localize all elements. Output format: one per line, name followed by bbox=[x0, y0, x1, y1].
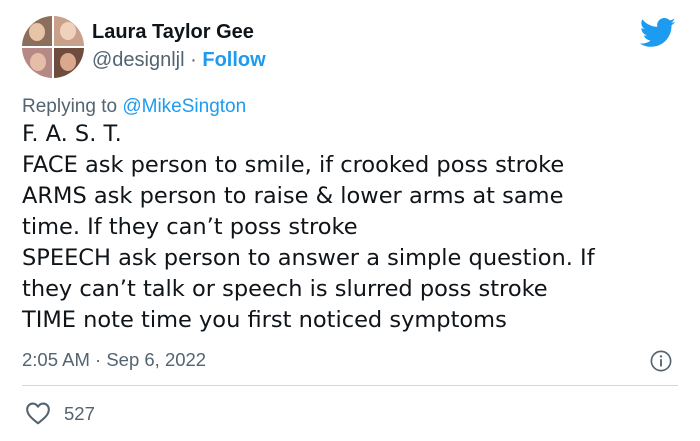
tweet-body-line: F. A. S. T. bbox=[22, 121, 122, 147]
author-handle-row: @designljl · Follow bbox=[92, 49, 266, 72]
tweet-body-line: time. If they can’t poss stroke bbox=[22, 214, 358, 240]
tweet-body-line: SPEECH ask person to answer a simple que… bbox=[22, 245, 595, 271]
like-count: 527 bbox=[64, 403, 95, 424]
tweet-divider bbox=[22, 385, 678, 386]
replying-to: Replying to @MikeSington bbox=[22, 96, 246, 118]
tweet-body-line: TIME note time you first noticed symptom… bbox=[22, 307, 507, 333]
avatar-face bbox=[60, 53, 76, 71]
info-icon[interactable] bbox=[650, 350, 672, 372]
follow-button[interactable]: Follow bbox=[202, 49, 265, 71]
avatar-divider bbox=[52, 16, 54, 78]
handle-separator: · bbox=[190, 49, 197, 71]
tweet-body-line: ARMS ask person to raise & lower arms at… bbox=[22, 183, 564, 209]
author-handle[interactable]: @designljl bbox=[92, 49, 185, 71]
author-avatar[interactable] bbox=[22, 16, 84, 78]
tweet-card: Laura Taylor Gee @designljl · Follow Rep… bbox=[0, 0, 700, 441]
tweet-body-line: FACE ask person to smile, if crooked pos… bbox=[22, 152, 565, 178]
heart-icon bbox=[26, 402, 50, 425]
author-display-name[interactable]: Laura Taylor Gee bbox=[92, 21, 254, 44]
replying-to-prefix: Replying to bbox=[22, 96, 123, 117]
reply-mention-link[interactable]: @MikeSington bbox=[122, 96, 246, 117]
tweet-timestamp[interactable]: 2:05 AM · Sep 6, 2022 bbox=[22, 349, 206, 371]
tweet-body-line: they can’t talk or speech is slurred pos… bbox=[22, 276, 548, 302]
avatar-face bbox=[29, 23, 45, 41]
avatar-face bbox=[60, 22, 76, 40]
twitter-bird-icon[interactable] bbox=[640, 18, 676, 48]
tweet-body: F. A. S. T. FACE ask person to smile, if… bbox=[22, 119, 682, 336]
avatar-face bbox=[30, 53, 46, 71]
